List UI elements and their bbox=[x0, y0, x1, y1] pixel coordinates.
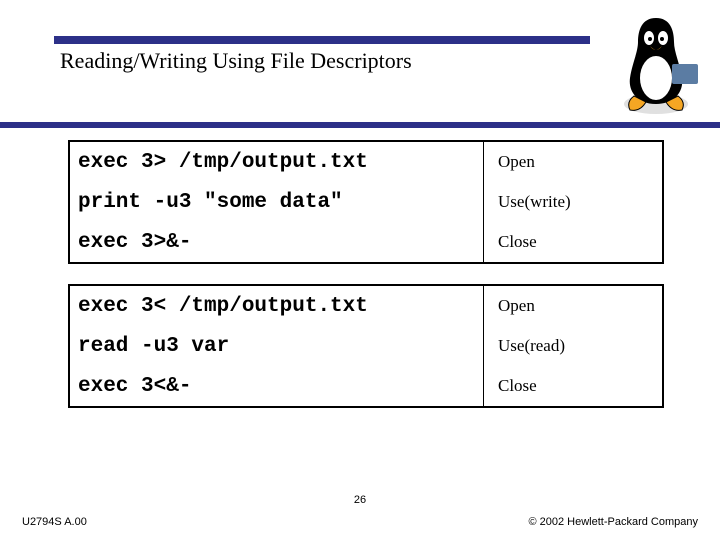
table-row: print -u3 "some data" Use(write) bbox=[70, 182, 662, 222]
command-cell: exec 3< /tmp/output.txt bbox=[70, 286, 484, 326]
description-cell: Close bbox=[484, 376, 662, 396]
table-row: exec 3<&- Close bbox=[70, 366, 662, 406]
page-number: 26 bbox=[354, 494, 366, 506]
description-cell: Open bbox=[484, 152, 662, 172]
table-row: exec 3< /tmp/output.txt Open bbox=[70, 286, 662, 326]
command-cell: exec 3>&- bbox=[70, 222, 484, 262]
table-row: exec 3> /tmp/output.txt Open bbox=[70, 142, 662, 182]
command-cell: exec 3<&- bbox=[70, 366, 484, 406]
command-cell: exec 3> /tmp/output.txt bbox=[70, 142, 484, 182]
description-cell: Use(read) bbox=[484, 336, 662, 356]
hp-logo-icon bbox=[672, 64, 698, 84]
footer-copyright: © 2002 Hewlett-Packard Company bbox=[528, 516, 698, 528]
description-cell: Close bbox=[484, 232, 662, 252]
write-descriptor-table: exec 3> /tmp/output.txt Open print -u3 "… bbox=[68, 140, 664, 264]
description-cell: Open bbox=[484, 296, 662, 316]
command-cell: print -u3 "some data" bbox=[70, 182, 484, 222]
table-row: exec 3>&- Close bbox=[70, 222, 662, 262]
header-rule bbox=[54, 36, 590, 44]
read-descriptor-table: exec 3< /tmp/output.txt Open read -u3 va… bbox=[68, 284, 664, 408]
header-underline bbox=[0, 122, 720, 128]
footer-course-id: U2794S A.00 bbox=[22, 516, 87, 528]
description-cell: Use(write) bbox=[484, 192, 662, 212]
table-row: read -u3 var Use(read) bbox=[70, 326, 662, 366]
command-cell: read -u3 var bbox=[70, 326, 484, 366]
page-title: Reading/Writing Using File Descriptors bbox=[60, 48, 412, 74]
